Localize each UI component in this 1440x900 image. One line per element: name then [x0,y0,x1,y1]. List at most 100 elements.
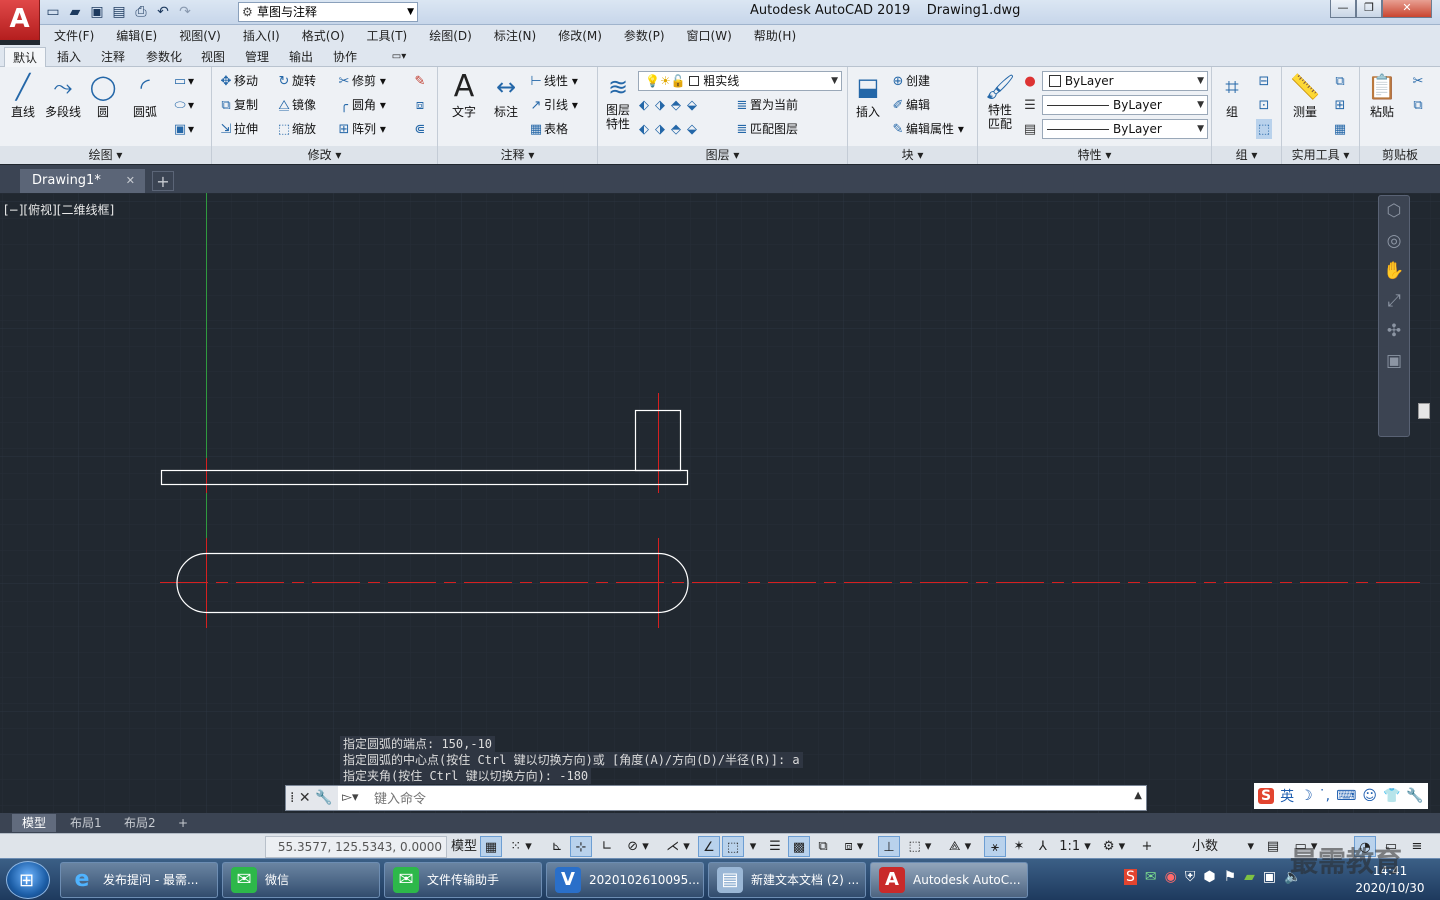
group-button[interactable]: ⌗ 组 [1214,71,1250,120]
select-all-icon[interactable]: ⊞ [1332,95,1348,115]
lineweight-toggle-icon[interactable]: ☰ [764,836,786,857]
create-block-button[interactable]: ⊕ 创建 [890,71,930,91]
open-icon[interactable]: ▰ [66,3,84,21]
zoom-icon[interactable]: ⤢ [1379,286,1409,316]
units-dropdown[interactable]: 小数 ▾ [1162,836,1258,857]
array-button[interactable]: ⊞ 阵列 ▾ [336,119,386,139]
rectangle-icon[interactable]: ▭ ▾ [172,71,194,91]
close-button[interactable]: ✕ [1382,0,1432,18]
arc-button[interactable]: ◜ 圆弧 [126,71,164,120]
polyline-button[interactable]: ⤳ 多段线 [42,71,84,120]
panel-block-title[interactable]: 块 ▾ [848,146,977,164]
showmotion-icon[interactable]: ▣ [1379,346,1409,376]
coordinate-readout[interactable]: 55.3577, 125.5343, 0.0000 [265,836,447,858]
wrench-icon[interactable]: 🔧 [315,790,332,806]
hatch-icon[interactable]: ⬭ ▾ [172,95,194,115]
tab-parametric[interactable]: 参数化 [140,47,188,67]
tab-output[interactable]: 输出 [284,47,318,67]
edit-attributes-button[interactable]: ✎ 编辑属性 ▾ [890,119,964,139]
layer-dropdown[interactable]: 💡☀🔓 粗实线 ▼ [638,71,842,91]
close-icon[interactable]: ✕ [299,790,311,806]
tab-insert[interactable]: 插入 [52,47,86,67]
transparency-toggle-icon[interactable]: ▩ [788,836,810,857]
flag-icon[interactable]: ⚑ [1224,869,1237,885]
gizmo-icon[interactable]: ⟁ ▾ [942,836,978,857]
linear-button[interactable]: ⊢ 线性 ▾ [528,71,578,91]
move-button[interactable]: ✥ 移动 [218,71,258,91]
taskbar-item-video[interactable]: V 2020102610095... [546,862,704,898]
customization-icon[interactable]: ≡ [1406,836,1428,857]
lineweight-dropdown[interactable]: ByLayer ▼ [1042,119,1208,139]
panel-groups-title[interactable]: 组 ▾ [1212,146,1281,164]
viewcube-icon[interactable]: ⬡ [1379,196,1409,226]
shield-icon[interactable]: ⛨ [1185,869,1196,885]
match-properties-button[interactable]: 🖌 特性 匹配 [982,71,1018,131]
panel-properties-title[interactable]: 特性 ▾ [978,146,1211,164]
color-dropdown[interactable]: ByLayer ▼ [1042,71,1208,91]
tab-default[interactable]: 默认 [4,47,46,67]
steering-wheel-icon[interactable]: ◎ [1379,226,1409,256]
menu-modify[interactable]: 修改(M) [558,27,602,44]
object-snap-icon[interactable]: ⬚ [722,836,744,857]
table-button[interactable]: ▦ 表格 [528,119,568,139]
polar-tracking-icon[interactable]: ⊘ ▾ [620,836,656,857]
selection-cycling-icon[interactable]: ⧉ [812,836,834,857]
menu-edit[interactable]: 编辑(E) [116,27,157,44]
measure-button[interactable]: 📏 测量 [1284,71,1326,120]
leader-button[interactable]: ↗ 引线 ▾ [528,95,578,115]
menu-parametric[interactable]: 参数(P) [624,27,665,44]
command-input[interactable] [374,788,1114,808]
tab-collaborate[interactable]: 协作 [328,47,362,67]
scale-button[interactable]: ⬚ 缩放 [276,119,316,139]
workspace-gear-icon[interactable]: ⚙ ▾ [1096,836,1132,857]
layer-tools-row-2[interactable]: ⬖ ⬗ ⬘ ⬙ [638,119,702,139]
group-select-icon[interactable]: ⬚ [1256,119,1272,139]
taskbar-item-browser[interactable]: e 发布提问 - 最需... [60,862,218,898]
dynamic-input-icon[interactable]: ⊹ [570,836,592,857]
copy-button[interactable]: ⧉ 复制 [218,95,258,115]
taskbar-item-file-transfer[interactable]: ✉ 文件传输助手 [384,862,542,898]
linetype-dropdown[interactable]: ByLayer ▼ [1042,95,1208,115]
tab-model[interactable]: 模型 [12,814,57,832]
command-line-grip[interactable]: ⁞ ✕ 🔧 [286,786,338,810]
maximize-button[interactable]: ❐ [1356,0,1382,18]
tab-manage[interactable]: 管理 [240,47,274,67]
tab-view[interactable]: 视图 [196,47,230,67]
grid-icon[interactable]: ▦ [480,836,502,857]
insert-block-button[interactable]: ⬓ 插入 [850,71,886,120]
snap-icon[interactable]: ⁙ ▾ [504,836,538,857]
drawing-canvas[interactable]: [−][俯视][二维线框] ⬡ ◎ ✋ ⤢ ✣ ▣ 指定圆弧的端点: 150,-… [0,193,1440,813]
add-layout-button[interactable]: + [168,814,198,832]
layer-properties-button[interactable]: ≋ 图层 特性 [600,71,636,131]
pan-icon[interactable]: ✋ [1379,256,1409,286]
edit-block-button[interactable]: ✐ 编辑 [890,95,930,115]
object-snap-tracking-icon[interactable]: ∠ [698,836,720,857]
model-space-button[interactable]: 模型 [450,836,478,857]
panel-draw-title[interactable]: 绘图 ▾ [0,146,211,164]
taskbar-item-autocad[interactable]: A Autodesk AutoC... [870,862,1028,898]
group-edit-icon[interactable]: ⊡ [1256,95,1272,115]
save-icon[interactable]: ▣ [88,3,106,21]
menu-view[interactable]: 视图(V) [179,27,221,44]
dynamic-ucs-icon[interactable]: ⊥ [878,836,900,857]
panel-annotation-title[interactable]: 注释 ▾ [438,146,597,164]
network-icon[interactable]: ▣ [1263,869,1276,885]
make-current-button[interactable]: ≣ 置为当前 [734,95,798,115]
cut-icon[interactable]: ✂ [1410,71,1426,91]
panel-layers-title[interactable]: 图层 ▾ [598,146,847,164]
panel-clipboard-title[interactable]: 剪贴板 [1360,146,1440,164]
chevron-down-icon[interactable]: ▾ [746,836,760,857]
menu-draw[interactable]: 绘图(D) [429,27,472,44]
calculator-icon[interactable]: ▦ [1332,119,1348,139]
document-tab[interactable]: Drawing1* ✕ [20,169,145,193]
infer-constraints-icon[interactable]: ⊾ [546,836,568,857]
annotation-visibility-icon[interactable]: ⚹ [984,836,1006,857]
scrollbar-thumb[interactable] [1418,403,1430,419]
auto-scale-icon[interactable]: ✶ [1008,836,1030,857]
command-prompt-icon[interactable]: ▻▾ [342,790,359,805]
close-icon[interactable]: ✕ [126,169,135,193]
quick-select-icon[interactable]: ⧉ [1332,71,1348,91]
save-as-icon[interactable]: ▤ [110,3,128,21]
paste-button[interactable]: 📋 粘贴 [1362,71,1402,120]
copy-clip-icon[interactable]: ⧉ [1410,95,1426,115]
